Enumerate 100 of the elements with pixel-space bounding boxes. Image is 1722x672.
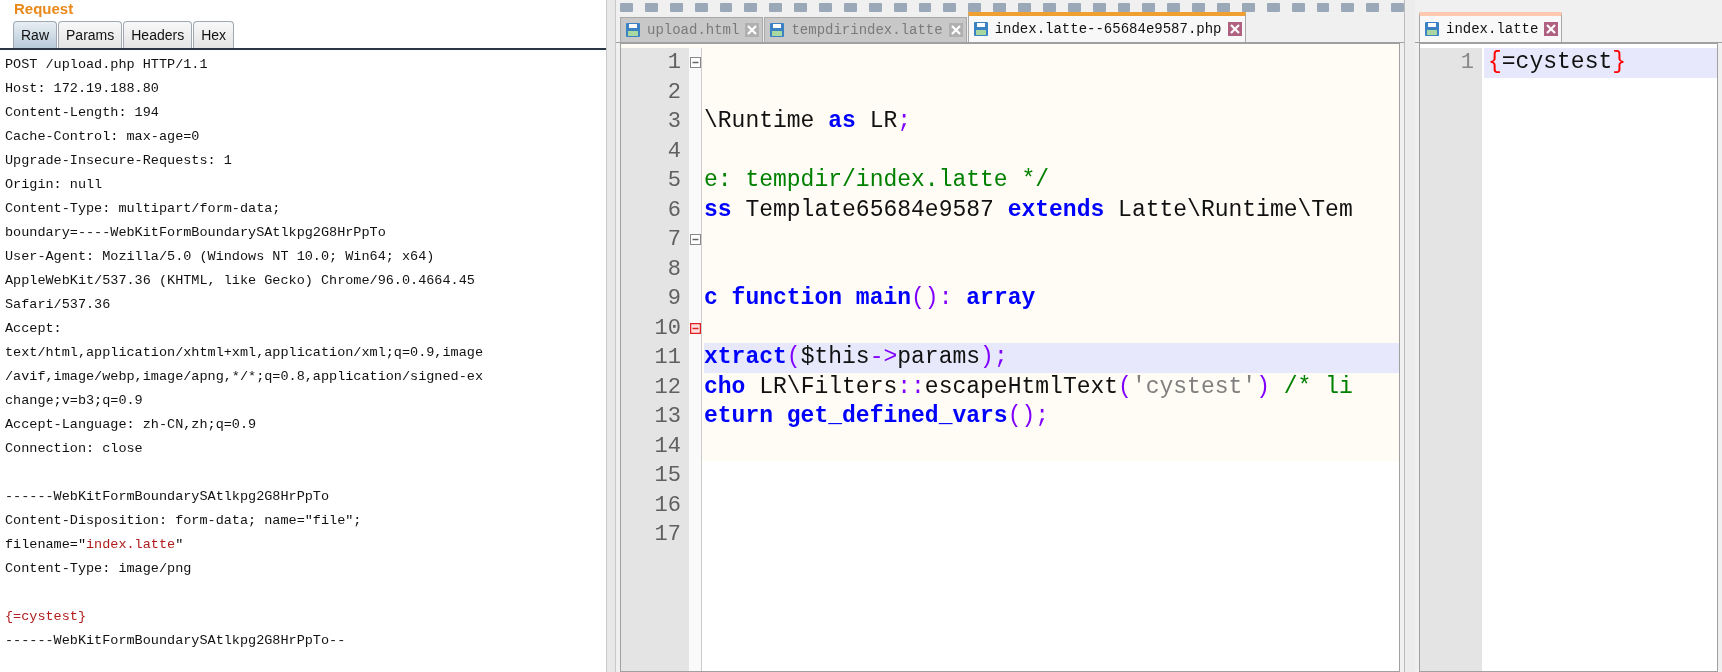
request-line: Origin: null [5, 177, 103, 192]
code-line: e: tempdir/index.latte */ [704, 167, 1050, 193]
line-number: 11 [653, 344, 682, 372]
request-line: Connection: close [5, 441, 143, 456]
toolbar-icon[interactable] [1217, 3, 1230, 12]
request-line: change;v=b3;q=0.9 [5, 393, 143, 408]
code-line: \Runtime as LR; [704, 108, 912, 134]
toolbar-icon[interactable] [968, 3, 982, 12]
request-line: text/html,application/xhtml+xml,application/xml;q=0.9,image [5, 345, 483, 360]
line-number: 6 [666, 196, 682, 225]
toolbar-icon[interactable] [1092, 3, 1106, 12]
fold-marker-icon[interactable] [689, 322, 701, 334]
close-icon[interactable] [948, 23, 963, 37]
tab-label: tempdirindex.latte [791, 22, 943, 38]
request-line: Content-Type: image/png [5, 561, 192, 576]
toolbar-icon[interactable] [843, 3, 857, 12]
code-line: ss Template65684e9587 extends Latte\Runtime\Tem [704, 196, 1353, 223]
line-number: 9 [666, 285, 682, 313]
toolbar-icon[interactable] [893, 3, 907, 12]
line-number: 5 [666, 167, 682, 195]
file-tab[interactable]: index.latte [1419, 12, 1563, 42]
line-number: 2 [666, 78, 682, 107]
close-icon[interactable] [1544, 22, 1559, 36]
request-line: User-Agent: Mozilla/5.0 (Windows NT 10.0; Win64; x64) [5, 249, 435, 264]
request-line: Content-Length: 194 [5, 105, 159, 120]
request-line: Accept-Language: zh-CN,zh;q=0.9 [5, 417, 257, 432]
close-icon[interactable] [745, 23, 760, 37]
code-line: {=cystest} [1488, 49, 1627, 75]
toolbar-icon[interactable] [1316, 3, 1330, 12]
toolbar-icon[interactable] [1366, 3, 1380, 12]
toolbar-icon[interactable] [1341, 3, 1355, 12]
code-line: cho LR\Filters::escapeHtmlText('cystest') /* li [704, 373, 1353, 400]
toolbar-icon[interactable] [620, 3, 633, 12]
toolbar-icon[interactable] [868, 3, 882, 12]
request-tab[interactable]: Raw [13, 21, 57, 48]
line-number: 12 [653, 373, 682, 402]
request-line: ------WebKitFormBoundarySAtlkpg2G8HrPpTo [5, 489, 330, 504]
request-line: filename="index.latte" [5, 537, 184, 552]
line-number: 10 [653, 314, 682, 343]
fold-marker-icon[interactable] [689, 234, 701, 246]
splitter-bar[interactable] [606, 0, 616, 672]
request-line: AppleWebKit/537.36 (KHTML, like Gecko) Chrome/96.0.4664.45 [5, 273, 475, 288]
toolbar-icon[interactable] [1167, 3, 1181, 12]
request-line: Upgrade-Insecure-Requests: 1 [5, 153, 232, 168]
line-number: 7 [666, 226, 682, 254]
request-title: Request [13, 0, 74, 17]
request-line: Safari/537.36 [5, 297, 111, 312]
line-number: 1 [666, 49, 682, 77]
toolbar-icon[interactable] [1117, 3, 1131, 12]
toolbar-icon[interactable] [1067, 3, 1081, 12]
line-number: 3 [666, 108, 682, 136]
toolbar-icon[interactable] [1042, 3, 1056, 12]
request-line: Cache-Control: max-age=0 [5, 129, 200, 144]
toolbar-icon[interactable] [819, 3, 832, 12]
request-line: /avif,image/webp,image/apng,*/*;q=0.8,application/signed-ex [5, 369, 483, 384]
line-number: 14 [653, 432, 682, 461]
splitter-bar[interactable] [1404, 0, 1415, 672]
toolbar-icon[interactable] [1266, 3, 1280, 12]
line-number: 13 [653, 403, 682, 431]
close-icon[interactable] [1227, 22, 1242, 36]
tab-label: upload.html [647, 22, 740, 38]
line-number: 16 [653, 491, 682, 520]
code-line: eturn get_defined_vars(); [704, 403, 1050, 429]
toolbar-icon[interactable] [644, 3, 658, 12]
toolbar-icon[interactable] [1142, 3, 1156, 12]
toolbar-icon[interactable] [1391, 3, 1404, 12]
request-tab[interactable]: Hex [193, 21, 235, 48]
toolbar-icon[interactable] [1192, 3, 1205, 12]
fold-marker-icon[interactable] [689, 57, 701, 69]
toolbar-icon[interactable] [769, 3, 783, 12]
code-line: c function main(): array [704, 285, 1036, 311]
line-number: 17 [653, 521, 682, 549]
tab-label: index.latte [1446, 21, 1539, 37]
request-tab[interactable]: Headers [123, 21, 193, 48]
line-number: 4 [666, 137, 682, 166]
toolbar-icon[interactable] [719, 3, 733, 12]
toolbar-icon[interactable] [694, 3, 708, 12]
line-number: 1 [1459, 49, 1475, 77]
toolbar-icon[interactable] [794, 3, 807, 12]
request-line: boundary=----WebKitFormBoundarySAtlkpg2G8HrPpTo [5, 225, 386, 240]
toolbar-icon[interactable] [943, 3, 957, 12]
request-line: Content-Disposition: form-data; name="file"; [5, 513, 362, 528]
toolbar-icon[interactable] [1241, 3, 1255, 12]
request-line: Content-Type: multipart/form-data; [5, 201, 281, 216]
request-line: ------WebKitFormBoundarySAtlkpg2G8HrPpTo-- [5, 633, 346, 648]
toolbar-icon[interactable] [669, 3, 683, 12]
request-line: POST /upload.php HTTP/1.1 [5, 57, 208, 72]
request-line: {=cystest} [5, 609, 86, 624]
toolbar-icon[interactable] [993, 3, 1006, 12]
request-tab[interactable]: Params [58, 21, 123, 48]
toolbar-icon[interactable] [744, 3, 758, 12]
file-tab[interactable]: index.latte--65684e9587.php [967, 12, 1246, 42]
line-number: 15 [653, 462, 682, 490]
toolbar-icon[interactable] [918, 3, 932, 12]
request-line: Accept: [5, 321, 62, 336]
line-number: 8 [666, 255, 682, 284]
tab-label: index.latte--65684e9587.php [994, 21, 1222, 37]
toolbar-icon[interactable] [1018, 3, 1031, 12]
code-line: xtract($this->params); [704, 344, 1008, 370]
toolbar-icon[interactable] [1291, 3, 1305, 12]
